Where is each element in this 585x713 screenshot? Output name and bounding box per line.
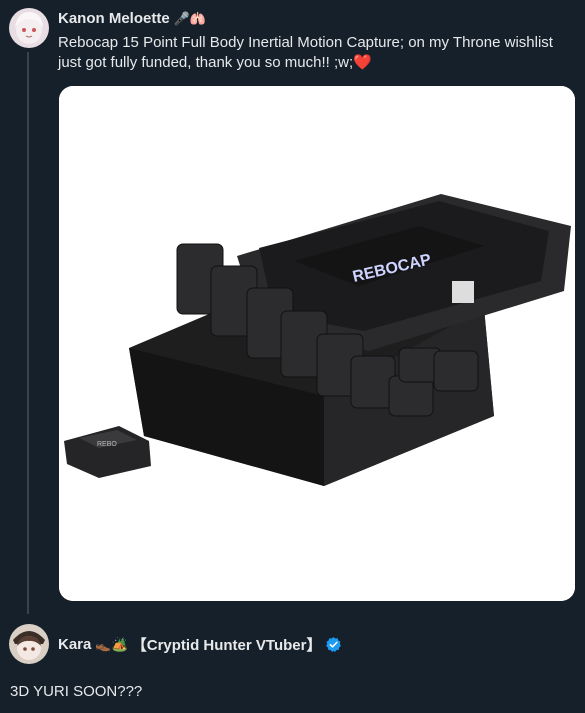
- author-name[interactable]: Kanon Meloette: [58, 10, 170, 27]
- name-emojis: 👞🏕️: [95, 636, 128, 652]
- author-name-row: Kanon Meloette 🎤🫁: [58, 10, 206, 27]
- tweet-media-image[interactable]: REBOCAP REBO: [59, 86, 575, 601]
- name-emojis: 🎤🫁: [173, 10, 207, 26]
- loose-sensor-label: REBO: [97, 441, 117, 448]
- author-name-row: Kara 👞🏕️ 【Cryptid Hunter VTuber】: [58, 634, 342, 655]
- author-name-suffix[interactable]: 【Cryptid Hunter VTuber】: [132, 634, 322, 655]
- thread-connector-line: [27, 52, 29, 614]
- avatar[interactable]: [9, 8, 49, 48]
- verified-badge-icon: [325, 636, 342, 653]
- tweet-text: Rebocap 15 Point Full Body Inertial Moti…: [58, 34, 553, 71]
- tweet-text: 3D YURI SOON???: [10, 683, 143, 700]
- avatar[interactable]: [9, 624, 49, 664]
- author-name[interactable]: Kara: [58, 636, 91, 653]
